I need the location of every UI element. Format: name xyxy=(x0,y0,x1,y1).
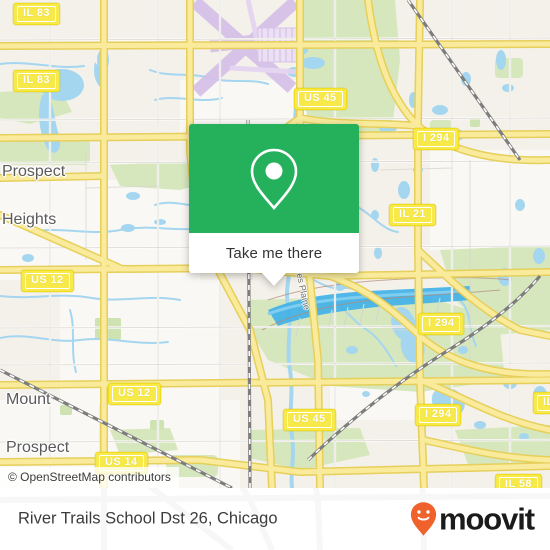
osm-attribution[interactable]: © OpenStreetMap contributors xyxy=(0,467,179,488)
map-canvas[interactable]: Prospect Heights Mount Prospect Des Plai… xyxy=(0,0,550,488)
shield-us-45-north[interactable]: US 45 xyxy=(294,88,347,110)
popup-footer[interactable]: Take me there xyxy=(189,233,359,273)
shield-label: IL xyxy=(537,395,550,411)
page-title: River Trails School Dst 26, Chicago xyxy=(18,509,278,528)
shield-i-294-north[interactable]: I 294 xyxy=(413,128,460,150)
place-label-line-1: Prospect xyxy=(2,163,66,180)
shield-il-58[interactable]: IL 58 xyxy=(495,474,542,488)
shield-il-edge-clipped[interactable]: IL xyxy=(533,392,550,414)
footer-bar: River Trails School Dst 26, Chicago moov… xyxy=(0,488,550,550)
destination-popup[interactable]: Take me there xyxy=(189,124,359,286)
shield-i-294-middle[interactable]: I 294 xyxy=(418,313,465,335)
moovit-smiley-pin-icon xyxy=(410,502,437,536)
shield-label: IL 58 xyxy=(499,477,538,488)
popup-header xyxy=(189,124,359,233)
shield-us-12-north[interactable]: US 12 xyxy=(21,270,74,292)
shield-label: US 12 xyxy=(112,386,157,402)
shield-il-21[interactable]: IL 21 xyxy=(389,204,436,226)
moovit-map-screenshot: Prospect Heights Mount Prospect Des Plai… xyxy=(0,0,550,550)
map-pin-icon xyxy=(250,148,298,210)
shield-label: IL 21 xyxy=(393,207,432,223)
shield-us-12-south[interactable]: US 12 xyxy=(108,383,161,405)
shield-us-45-south[interactable]: US 45 xyxy=(283,409,336,431)
shield-label: I 294 xyxy=(422,316,461,332)
shield-label: IL 83 xyxy=(17,6,56,22)
shield-label: I 294 xyxy=(419,407,458,423)
shield-i-294-south[interactable]: I 294 xyxy=(415,404,462,426)
take-me-there-label: Take me there xyxy=(225,244,323,262)
shield-label: IL 83 xyxy=(17,73,56,89)
moovit-wordmark: moovit xyxy=(438,501,535,537)
shield-label: US 45 xyxy=(287,412,332,428)
shield-label: US 12 xyxy=(25,273,70,289)
moovit-logo[interactable]: moovit xyxy=(410,501,535,537)
place-label-line-1: Mount xyxy=(6,391,51,408)
shield-label: I 294 xyxy=(417,131,456,147)
shield-il-83-south[interactable]: IL 83 xyxy=(13,70,60,92)
shield-il-83-north[interactable]: IL 83 xyxy=(13,3,60,25)
shield-label: US 45 xyxy=(298,91,343,107)
place-label-prospect-heights: Prospect Heights xyxy=(2,132,65,260)
popup-pointer-tail xyxy=(261,272,287,286)
place-label-line-2: Prospect xyxy=(6,439,70,456)
place-label-line-2: Heights xyxy=(2,211,57,228)
